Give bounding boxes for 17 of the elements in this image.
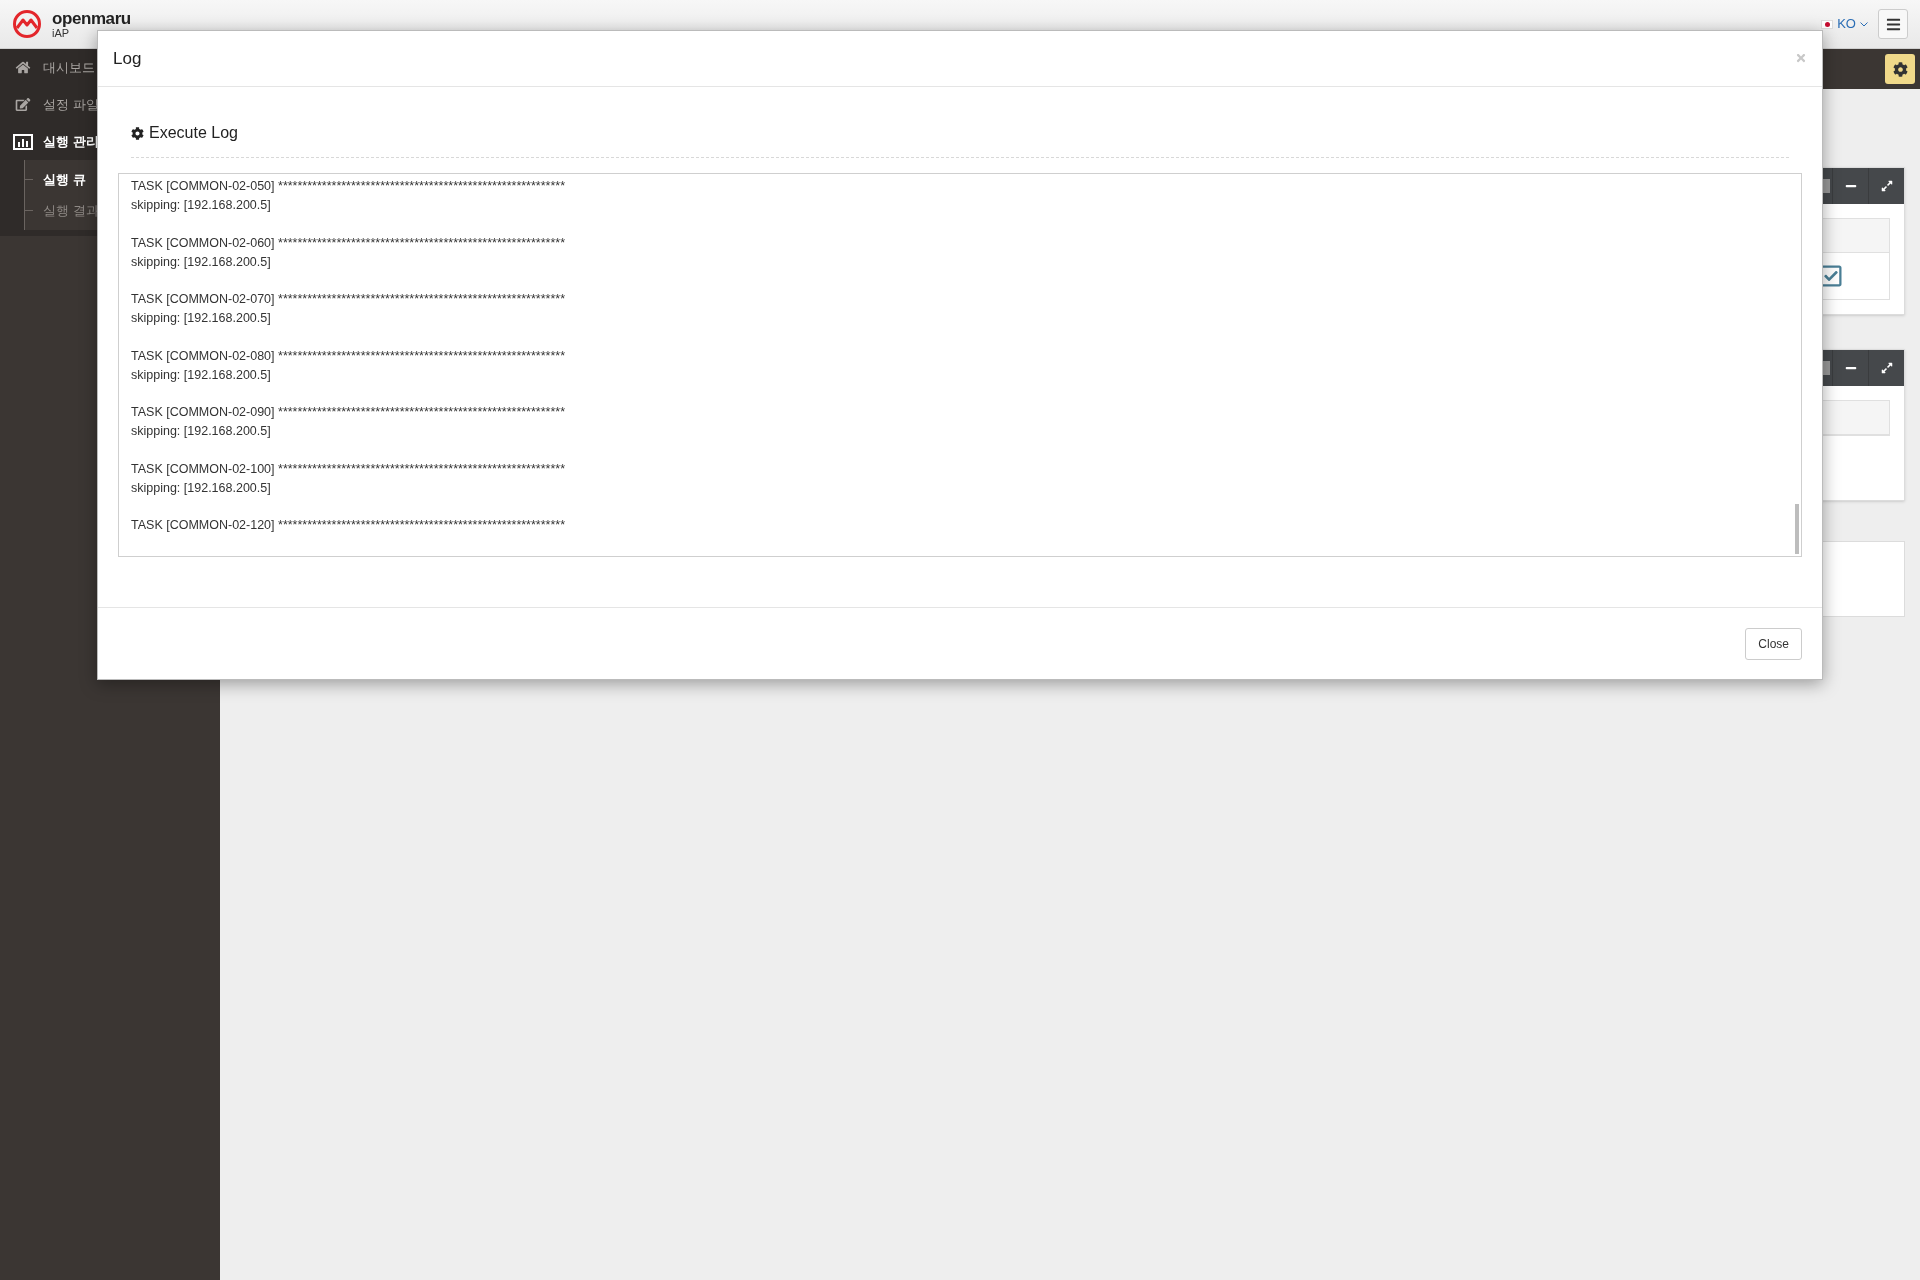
logo-subtitle: iAP (52, 27, 70, 39)
log-line: TASK [COMMON-02-100] *********************************************************** (131, 460, 567, 478)
section-title: Execute Log (149, 123, 238, 143)
log-line: TASK [COMMON-02-120] *********************************************************** (131, 517, 567, 534)
dialog-title: Log (113, 47, 142, 70)
log-line: TASK [COMMON-02-090] *********************************************************** (131, 404, 567, 421)
log-line: skipping: [192.168.200.5] (131, 310, 272, 327)
log-line: skipping: [192.168.200.5] (131, 366, 272, 384)
log-line: TASK [COMMON-02-050] *********************************************************** (131, 178, 567, 195)
log-line: skipping: [192.168.200.5] (131, 197, 272, 214)
log-line: skipping: [192.168.200.5] (131, 479, 272, 497)
log-line: TASK [COMMON-02-070] *********************************************************** (131, 291, 567, 308)
logo-text: openmaru (52, 9, 131, 27)
log-line: TASK [COMMON-02-060] *********************************************************** (131, 234, 567, 252)
log-line: TASK [COMMON-02-080] *********************************************************** (131, 347, 567, 365)
log-line: skipping: [192.168.200.5] (131, 423, 272, 440)
log-line: skipping: [192.168.200.5] (131, 253, 272, 271)
